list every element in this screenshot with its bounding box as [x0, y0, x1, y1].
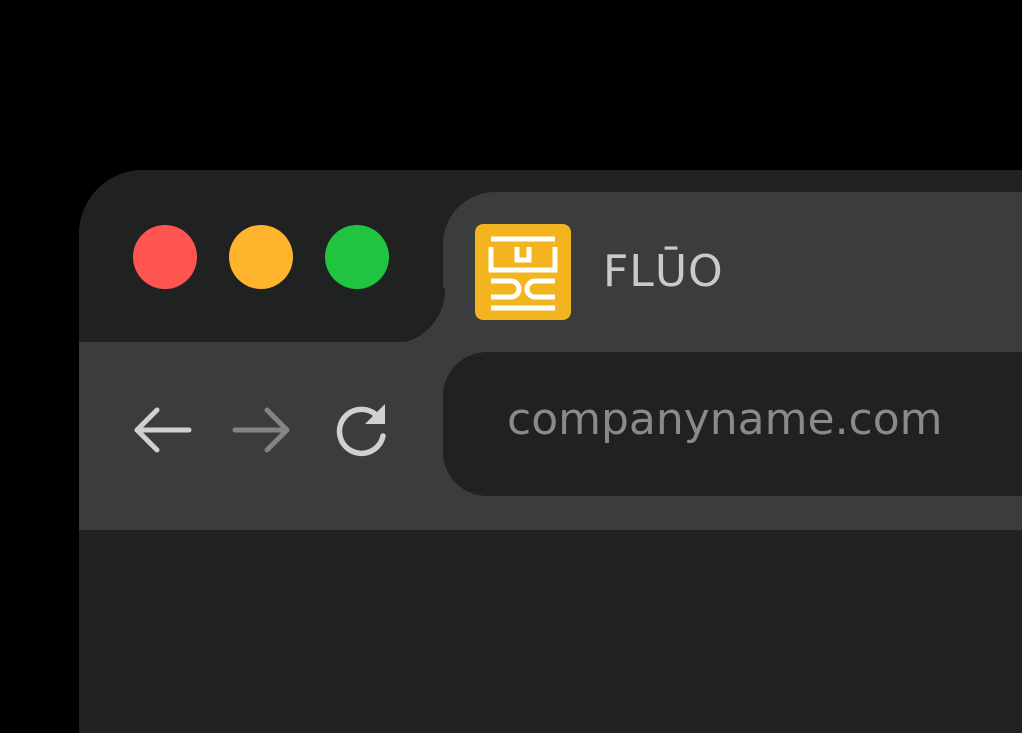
page-content — [79, 530, 1022, 733]
address-text[interactable]: companyname.com — [507, 392, 943, 448]
maximize-window-button[interactable] — [325, 225, 389, 289]
fluo-logo-icon — [475, 224, 571, 320]
active-tab[interactable]: FLŪO — [443, 192, 1022, 352]
browser-window: FLŪO companyname.com — [79, 170, 1022, 733]
arrow-left-icon[interactable] — [131, 398, 195, 462]
tab-title: FLŪO — [603, 246, 724, 297]
reload-icon[interactable] — [329, 398, 393, 462]
browser-toolbar: companyname.com — [79, 342, 1022, 530]
tab-corner — [389, 288, 445, 344]
close-window-button[interactable] — [133, 225, 197, 289]
arrow-right-icon[interactable] — [229, 398, 293, 462]
address-bar[interactable]: companyname.com — [443, 352, 1022, 496]
minimize-window-button[interactable] — [229, 225, 293, 289]
